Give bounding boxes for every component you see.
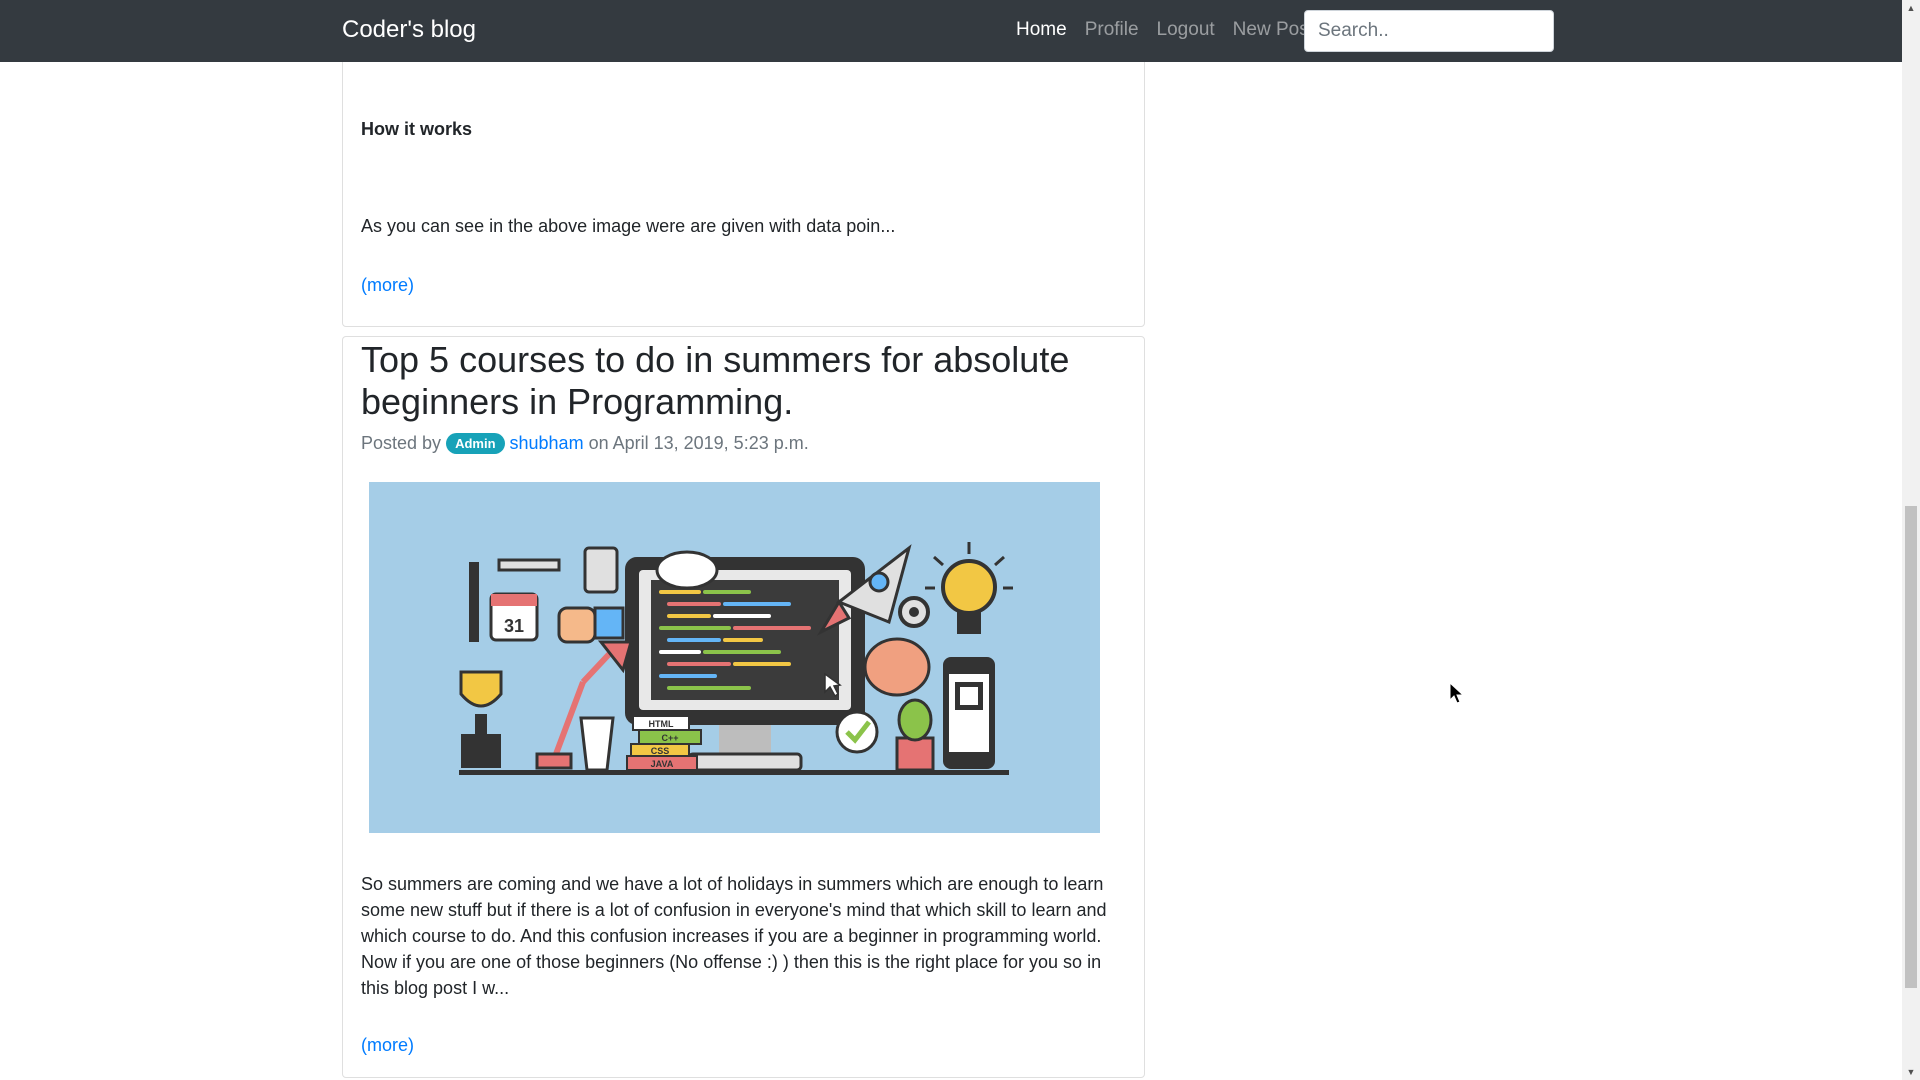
post-excerpt: As you can see in the above image were a… [361,216,896,236]
search-input[interactable] [1304,10,1554,52]
nav-links: Home Profile Logout New Post [1016,19,1332,41]
more-link[interactable]: (more) [361,275,414,296]
post-image: 31 HTML C++ CSS JAVA [369,482,1100,833]
post-card: Top 5 courses to do in summers for absol… [342,336,1145,1078]
nav-new-post[interactable]: New Post [1233,19,1314,41]
book-css-label: CSS [651,746,670,756]
book-html-label: HTML [649,719,674,729]
author-link[interactable]: shubham [510,433,584,454]
nav-home[interactable]: Home [1016,19,1067,41]
scroll-down-icon[interactable]: ▼ [1902,1064,1920,1080]
admin-badge: Admin [446,433,505,454]
post-subheading: How it works [361,119,473,139]
book-cpp-label: C++ [661,733,678,743]
calendar-day-label: 31 [504,616,524,636]
posted-by-label: Posted by [361,433,442,453]
programming-illustration: 31 HTML C++ CSS JAVA [459,542,1013,775]
page-scrollbar[interactable]: ▲ ▼ [1902,0,1920,1080]
mouse-cursor-icon [1449,682,1465,704]
more-link[interactable]: (more) [361,1035,414,1056]
post-meta: Posted by Admin shubham on April 13, 201… [361,433,809,454]
navbar: Coder's blog Home Profile Logout New Pos… [0,0,1902,62]
post-excerpt: So summers are coming and we have a lot … [361,874,1107,998]
book-java-label: JAVA [651,759,674,769]
post-date: on April 13, 2019, 5:23 p.m. [588,433,809,453]
brand-logo[interactable]: Coder's blog [342,16,476,44]
scroll-up-icon[interactable]: ▲ [1902,0,1920,16]
nav-logout[interactable]: Logout [1157,19,1215,41]
scrollbar-thumb[interactable] [1905,506,1917,988]
post-title[interactable]: Top 5 courses to do in summers for absol… [361,339,1121,423]
nav-profile[interactable]: Profile [1085,19,1139,41]
